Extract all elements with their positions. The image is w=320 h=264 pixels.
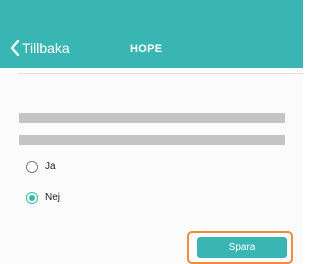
divider <box>18 73 303 74</box>
back-label: Tillbaka <box>22 40 70 56</box>
chevron-left-icon <box>10 40 20 56</box>
back-button[interactable]: Tillbaka <box>10 38 70 58</box>
save-button[interactable]: Spara <box>197 237 287 258</box>
radio-button-checked[interactable] <box>26 192 38 204</box>
question-text-placeholder-line-2 <box>19 135 285 145</box>
main-content: Ja Nej Spara <box>0 68 303 264</box>
app-header: Tillbaka HOPE <box>0 0 303 68</box>
radio-option-label: Nej <box>45 192 61 203</box>
page-title: HOPE <box>130 43 163 55</box>
radio-button-unchecked[interactable] <box>26 161 38 173</box>
question-text-placeholder-line-1 <box>19 113 285 123</box>
save-button-highlight: Spara <box>187 231 293 264</box>
radio-option-ja[interactable]: Ja <box>26 161 56 173</box>
radio-option-nej[interactable]: Nej <box>26 192 60 204</box>
radio-option-label: Ja <box>45 161 56 172</box>
